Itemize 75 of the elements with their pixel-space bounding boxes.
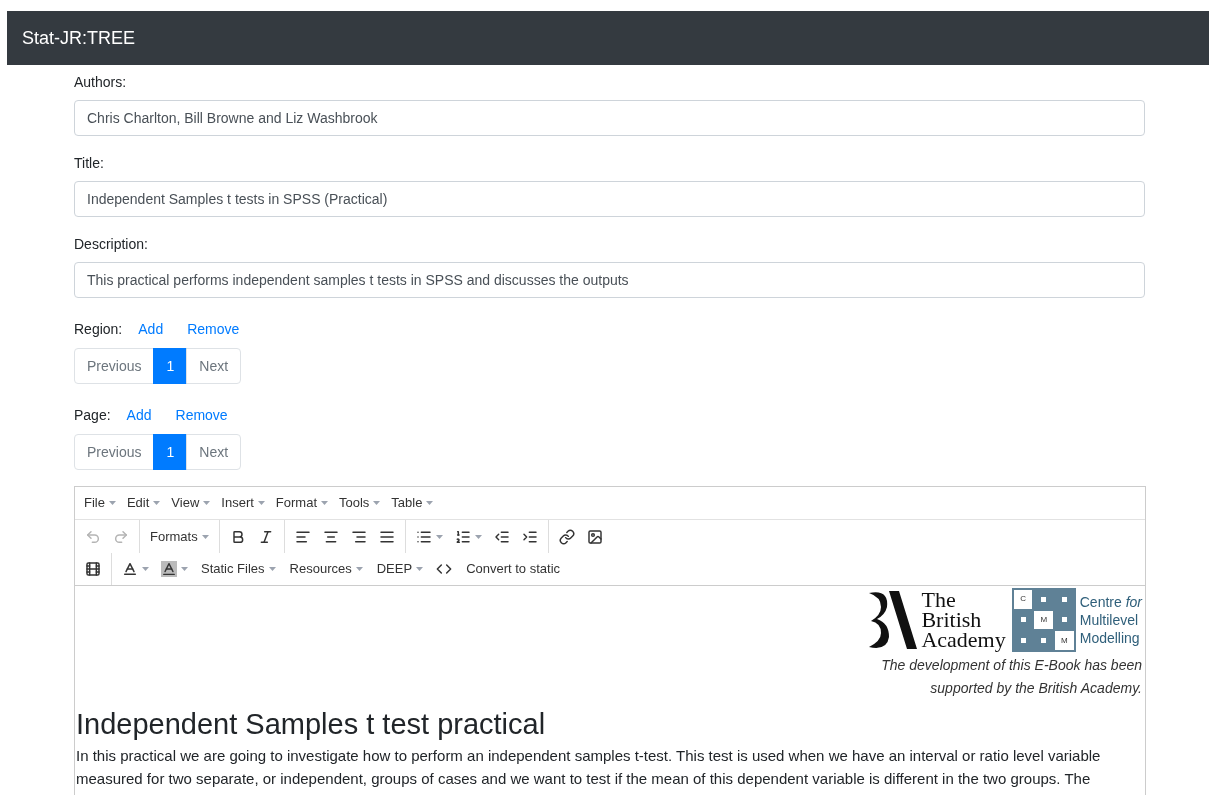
- caret-icon: [153, 501, 161, 505]
- menu-item[interactable]: Insert: [216, 493, 270, 513]
- academy-logo-text: The: [921, 590, 957, 610]
- text-field[interactable]: Chris Charlton, Bill Browne and Liz Washbrook: [74, 100, 1145, 136]
- caret-icon: [257, 501, 265, 505]
- academy-logo-text: Academy: [921, 630, 1006, 650]
- field-label: Description:: [74, 235, 149, 254]
- caret-icon: [355, 567, 363, 571]
- credit-text: supported by the British Academy.: [930, 679, 1142, 698]
- field-label: Authors:: [74, 73, 128, 92]
- menu-item[interactable]: File: [79, 493, 121, 513]
- field-label: Title:: [74, 154, 105, 173]
- link-icon: [558, 528, 575, 545]
- pager-label: Region:: [74, 320, 123, 339]
- page-button[interactable]: 1: [153, 348, 188, 384]
- remove-link[interactable]: Remove: [175, 405, 228, 426]
- undo-icon: [85, 528, 101, 545]
- caret-icon: [321, 501, 328, 505]
- credit-text: The development of this E-Book has been: [881, 656, 1142, 675]
- caret-icon: [426, 501, 434, 505]
- numbered-list-icon: [454, 528, 471, 545]
- menu-item[interactable]: Edit: [121, 493, 166, 513]
- add-link[interactable]: Add: [126, 405, 152, 426]
- page-button[interactable]: Next: [186, 348, 242, 384]
- highlight-icon: [161, 561, 177, 577]
- body-paragraph: In this practical we are going to investigate how to perform an independent samples t-test. This test is used when we have an interval or ratio level variable measured for two separate, or independent, groups of cases and we want to test if the mean of this dependent variable is different in the two groups. The: [76, 746, 1102, 789]
- caret-icon: [268, 567, 276, 571]
- page-button[interactable]: Previous: [74, 348, 155, 384]
- logo-square-icon: [1061, 596, 1067, 602]
- cmm-logo-letter: M: [1055, 631, 1074, 650]
- add-link[interactable]: Add: [138, 319, 164, 340]
- caret-icon: [373, 501, 381, 505]
- caret-icon: [203, 501, 211, 505]
- menu-dropdown[interactable]: DEEP: [369, 559, 431, 579]
- logo-square-icon: [1041, 638, 1047, 644]
- redo-icon: [113, 528, 129, 545]
- code-icon: [436, 561, 453, 577]
- caret-icon: [474, 534, 482, 539]
- logo-square-icon: [1041, 596, 1047, 602]
- caret-icon: [142, 567, 149, 571]
- logo-square-icon: [1020, 617, 1026, 623]
- logo-square-icon: [1061, 617, 1067, 623]
- pager-label: Page:: [74, 406, 111, 425]
- brand-title[interactable]: Stat-JR:TREE: [22, 24, 136, 52]
- cmm-logo-letter: M: [1034, 610, 1054, 630]
- caret-icon: [416, 567, 424, 571]
- page-button[interactable]: 1: [153, 434, 188, 470]
- menu-item[interactable]: Format: [270, 493, 333, 513]
- formats-dropdown[interactable]: Formats: [144, 526, 215, 547]
- menu-dropdown[interactable]: Resources: [282, 559, 370, 579]
- cmm-logo-text: Modelling: [1079, 629, 1141, 647]
- caret-icon: [181, 567, 188, 571]
- menu-item[interactable]: View: [166, 493, 216, 513]
- text-field[interactable]: Independent Samples t tests in SPSS (Practical): [74, 181, 1145, 217]
- page-button[interactable]: Next: [186, 434, 242, 470]
- caret-icon: [201, 534, 209, 539]
- image-icon: [586, 528, 603, 545]
- convert-button[interactable]: Convert to static: [458, 559, 569, 579]
- logo-square-icon: [1020, 638, 1026, 644]
- cmm-logo-letter: C: [1013, 590, 1033, 609]
- caret-icon: [435, 534, 443, 539]
- film-icon: [85, 561, 101, 577]
- page-button[interactable]: Previous: [74, 434, 155, 470]
- menu-dropdown[interactable]: Static Files: [194, 559, 283, 579]
- academy-logo-text: British: [921, 610, 983, 630]
- menu-item[interactable]: Table: [386, 493, 439, 513]
- text-color-icon: [122, 561, 138, 577]
- cmm-logo-text: Centre for: [1079, 593, 1142, 611]
- remove-link[interactable]: Remove: [187, 319, 240, 340]
- page-heading: Independent Samples t test practical: [76, 707, 547, 742]
- menu-item[interactable]: Tools: [334, 493, 386, 513]
- academy-mark-icon: [867, 589, 918, 651]
- text-field[interactable]: This practical performs independent samples t tests in SPSS and discusses the outputs: [74, 262, 1145, 298]
- caret-icon: [108, 501, 116, 505]
- cmm-logo-text: Multilevel: [1079, 611, 1140, 629]
